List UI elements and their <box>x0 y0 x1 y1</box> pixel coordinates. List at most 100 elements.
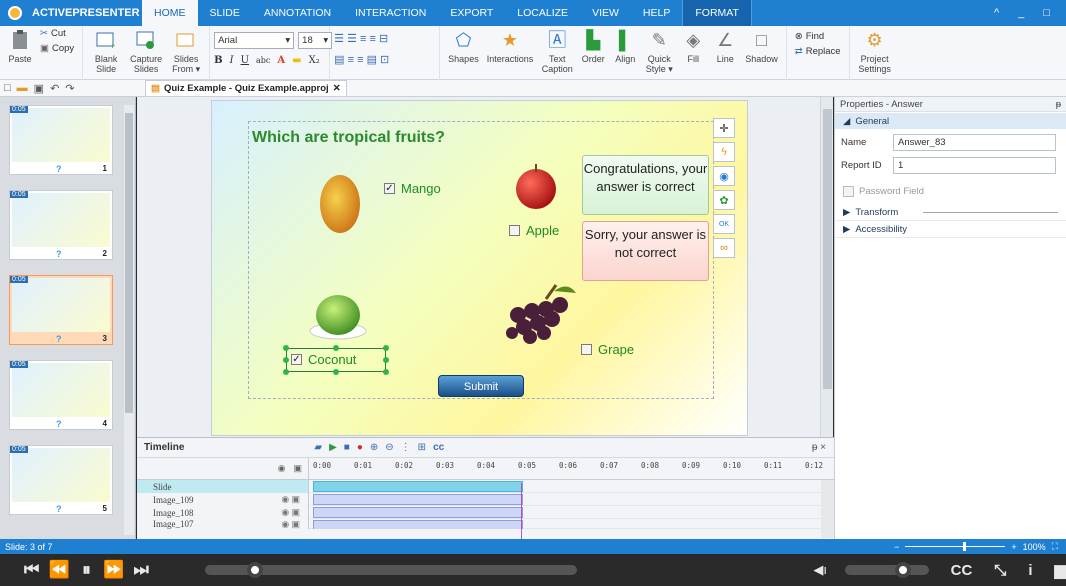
menu-tab-home[interactable]: HOME <box>142 0 198 26</box>
menu-tab-localize[interactable]: LOCALIZE <box>505 0 580 26</box>
replace-button[interactable]: ⇄ Replace <box>795 46 841 57</box>
shapes-button[interactable]: ⬠ Shapes <box>444 28 483 64</box>
text-caption-button[interactable]: 🄰 Text Caption <box>537 28 577 74</box>
volume-slider[interactable] <box>845 562 929 578</box>
checkbox[interactable] <box>581 344 592 355</box>
palette-icon[interactable]: ✿ <box>713 190 735 210</box>
document-tab[interactable]: ▤ Quiz Example - Quiz Example.approj ✕ <box>145 80 347 96</box>
zoom-in-icon[interactable]: + <box>1011 542 1016 552</box>
resize-handle[interactable] <box>333 345 339 351</box>
timeline-row[interactable]: Image_108 ◉ ▣ <box>137 506 834 519</box>
forward-icon[interactable]: ⏩ <box>100 560 127 580</box>
menu-tab-slide[interactable]: SLIDE <box>198 0 252 26</box>
open-folder-icon[interactable]: ▬ <box>17 82 28 95</box>
rewind-icon[interactable]: ⏪ <box>45 560 72 580</box>
answer-coconut[interactable]: ✓ Coconut <box>291 352 356 367</box>
feedback-incorrect[interactable]: Sorry, your answer is not correct <box>582 221 709 281</box>
timeline-playhead[interactable] <box>521 483 522 539</box>
marker-icon[interactable]: ⋮ <box>401 442 411 453</box>
volume-icon[interactable]: ◀ı <box>813 562 827 578</box>
paste-button[interactable]: Paste <box>4 28 36 64</box>
strike-icon[interactable]: abc <box>256 56 270 65</box>
zoom-slider[interactable] <box>905 542 1006 551</box>
fit-icon[interactable]: ⛶ <box>1052 541 1058 552</box>
link-icon[interactable]: ∞ <box>713 238 735 258</box>
timeline-close[interactable]: ᵽ × <box>812 442 834 453</box>
zoom-fit-icon[interactable]: ▰ <box>314 442 322 453</box>
visibility-icon[interactable]: ◉ <box>278 463 286 474</box>
grape-image[interactable] <box>498 281 578 353</box>
paragraph-top-icons[interactable]: ☰ ☰ ≡ ≡ ⊟ <box>334 32 389 45</box>
row-icons[interactable]: ◉ ▣ <box>281 494 300 505</box>
effects-icon[interactable]: ◉ <box>713 166 735 186</box>
font-family-select[interactable]: Arial ▾ <box>214 32 295 49</box>
bold-icon[interactable]: B <box>214 55 222 66</box>
info-icon[interactable]: i <box>1028 562 1032 579</box>
section-transform[interactable]: ▶ Transform <box>835 205 1066 221</box>
menu-tab-annotation[interactable]: ANNOTATION <box>252 0 343 26</box>
seek-bar[interactable] <box>204 562 578 578</box>
resize-handle[interactable] <box>333 369 339 375</box>
window-controls[interactable]: ^ _ □ <box>994 7 1066 19</box>
zoom-out-icon[interactable]: ⊖ <box>385 442 393 453</box>
last-icon[interactable]: ⏭ <box>128 560 155 580</box>
font-color-icon[interactable]: A <box>277 55 285 66</box>
slide-thumbnail[interactable]: 0:05 ? 4 <box>9 360 113 430</box>
checkbox-checked[interactable]: ✓ <box>291 354 302 365</box>
checkbox[interactable] <box>509 225 520 236</box>
checkbox-checked[interactable]: ✓ <box>384 183 395 194</box>
new-icon[interactable]: □ <box>4 82 11 95</box>
feedback-correct[interactable]: Congratulations, your answer is correct <box>582 155 709 215</box>
lightning-icon[interactable]: ϟ <box>713 142 735 162</box>
zoom-knob[interactable] <box>963 542 967 551</box>
record-icon[interactable]: ● <box>357 442 363 453</box>
timeline-row[interactable]: Image_109 ◉ ▣ <box>137 493 834 506</box>
resize-handle[interactable] <box>383 369 389 375</box>
answer-mango[interactable]: ✓ Mango <box>384 181 441 196</box>
subscript-icon[interactable]: X₂ <box>309 55 320 66</box>
timeline-bar[interactable] <box>313 520 523 529</box>
find-button[interactable]: ⊗ Find <box>795 31 841 42</box>
fill-button[interactable]: ◈ Fill <box>677 28 709 64</box>
timeline-bar[interactable] <box>313 494 523 505</box>
project-settings-button[interactable]: ⚙ Project Settings <box>854 28 896 74</box>
quick-style-button[interactable]: ✎ Quick Style ▾ <box>641 28 677 74</box>
timeline-row[interactable]: Slide <box>137 480 834 493</box>
timeline-bar[interactable] <box>313 507 523 518</box>
interactions-button[interactable]: ★ Interactions <box>483 28 538 64</box>
stop-icon[interactable]: ■ <box>344 442 350 453</box>
align-icons[interactable]: ▤ ≡ ≡ ▤ ⊡ <box>334 53 389 66</box>
order-button[interactable]: ▙ Order <box>577 28 609 64</box>
app-logo-icon[interactable] <box>4 2 26 24</box>
submit-button[interactable]: Submit <box>438 375 524 397</box>
blank-slide-button[interactable]: + Blank Slide <box>87 28 125 74</box>
menu-tab-format[interactable]: FORMAT <box>682 0 752 26</box>
menu-tab-interaction[interactable]: INTERACTION <box>343 0 438 26</box>
resize-handle[interactable] <box>283 357 289 363</box>
menu-icon[interactable]: ▆ <box>1054 561 1066 579</box>
cc-icon[interactable]: cc <box>433 442 444 453</box>
shadow-button[interactable]: □ Shadow <box>741 28 782 64</box>
section-accessibility[interactable]: ▶ Accessibility <box>835 222 1066 238</box>
coconut-image[interactable] <box>308 293 368 341</box>
report-id-field[interactable]: 1 <box>893 156 1056 174</box>
slides-scrollbar[interactable] <box>124 105 134 535</box>
menu-tab-export[interactable]: EXPORT <box>438 0 505 26</box>
resize-handle[interactable] <box>383 357 389 363</box>
menu-tab-help[interactable]: HELP <box>631 0 682 26</box>
italic-icon[interactable]: I <box>230 55 234 66</box>
answer-apple[interactable]: Apple <box>509 223 559 238</box>
scrollbar-thumb[interactable] <box>125 113 133 413</box>
pin-icon[interactable]: ᵽ <box>1056 99 1061 110</box>
highlight-icon[interactable]: ▬ <box>292 55 301 66</box>
resize-handle[interactable] <box>283 345 289 351</box>
apple-image[interactable] <box>514 163 558 211</box>
section-general[interactable]: ◢ General <box>835 113 1066 129</box>
answer-grape[interactable]: Grape <box>581 342 634 357</box>
resize-handle[interactable] <box>283 369 289 375</box>
resize-handle[interactable] <box>383 345 389 351</box>
canvas-scrollbar[interactable] <box>820 97 833 437</box>
row-icons[interactable]: ◉ ▣ <box>281 507 300 518</box>
underline-icon[interactable]: U <box>241 55 249 66</box>
move-icon[interactable]: ✛ <box>713 118 735 138</box>
